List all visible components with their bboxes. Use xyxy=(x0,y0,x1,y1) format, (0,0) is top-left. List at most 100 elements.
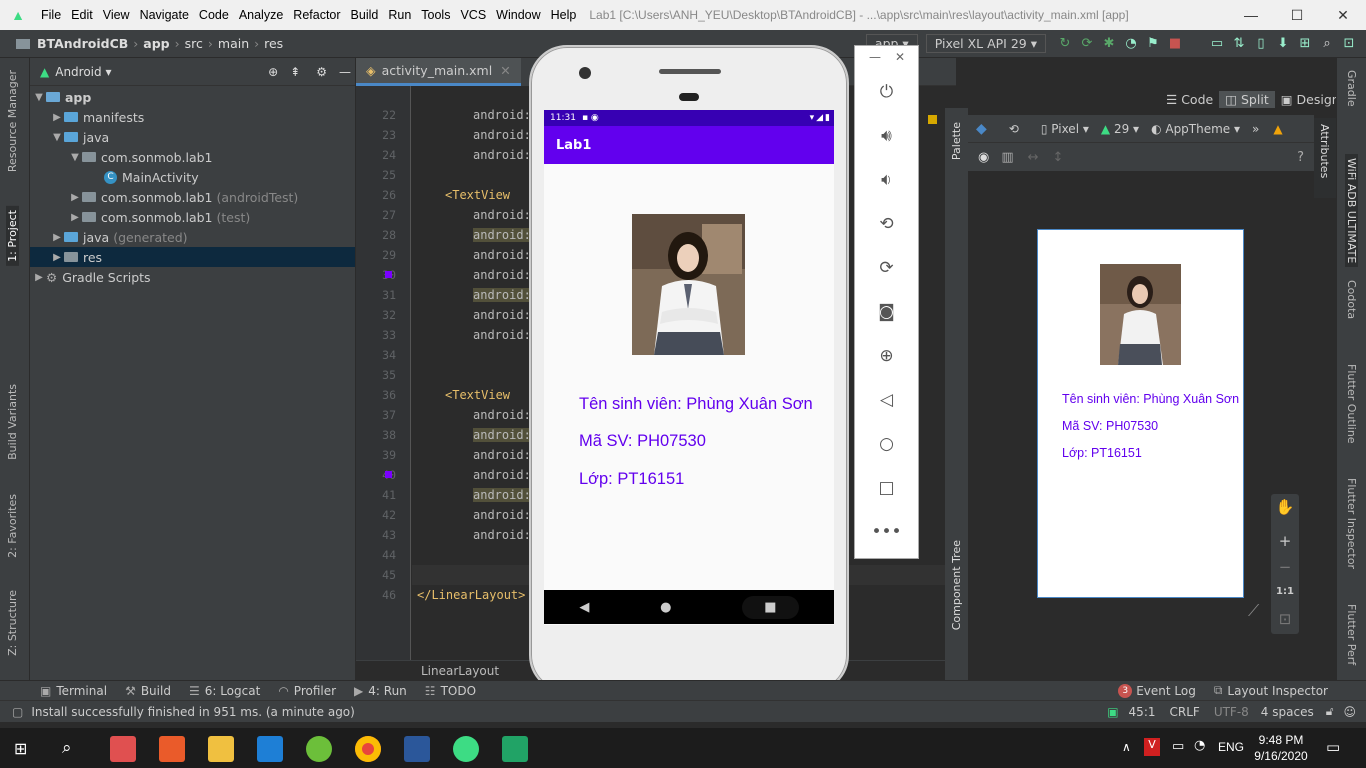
sync-gradle-icon[interactable]: ⇅ xyxy=(1228,36,1250,51)
emulator-screen[interactable]: 11:31 ▪ ◉ ▾ ◢ ▮ Lab1 Tên sinh viên: Phùn… xyxy=(544,110,834,625)
battery-tray-icon[interactable]: ▭ xyxy=(1172,739,1184,754)
close-tab-icon[interactable]: ✕ xyxy=(500,63,510,78)
device-dropdown[interactable]: Pixel XL API 29 ▾ xyxy=(925,34,1046,53)
close-emulator-icon[interactable]: ✕ xyxy=(895,50,905,64)
layers-icon[interactable]: ◆ xyxy=(976,121,987,137)
device-manager-icon[interactable]: ▭ xyxy=(1206,36,1228,51)
tree-item-package-test[interactable]: ▶ com.sonmob.lab1 (test) xyxy=(30,207,355,227)
event-log-tab[interactable]: 3 Event Log xyxy=(1118,683,1196,698)
tab-build-variants[interactable]: Build Variants xyxy=(6,384,19,460)
word-icon[interactable] xyxy=(404,736,430,762)
tree-item-manifests[interactable]: ▶ manifests xyxy=(30,107,355,127)
language-indicator[interactable]: ENG xyxy=(1218,740,1244,754)
menu-build[interactable]: Build xyxy=(346,8,384,22)
zoom-actual-size[interactable]: 1:1 xyxy=(1271,586,1299,597)
zoom-fit-icon[interactable]: ⊡ xyxy=(1271,610,1299,628)
home-icon[interactable]: ○ xyxy=(855,434,918,454)
vpn-icon[interactable]: V xyxy=(1144,738,1160,756)
pan-hand-icon[interactable]: ✋ xyxy=(1271,498,1299,516)
maximize-icon[interactable]: ☐ xyxy=(1274,7,1320,24)
layout-preview[interactable]: Tên sinh viên: Phùng Xuân Sơn Mã SV: PH0… xyxy=(1037,229,1244,598)
file-encoding[interactable]: UTF-8 xyxy=(1214,705,1249,719)
volume-up-icon[interactable]: 🔊︎ xyxy=(855,126,918,146)
status-message[interactable]: Install successfully finished in 951 ms.… xyxy=(31,705,354,719)
attach-debugger-icon[interactable]: ⚑ xyxy=(1142,36,1164,51)
layout-inspector-tab[interactable]: ⧉ Layout Inspector xyxy=(1214,683,1328,698)
menu-file[interactable]: File xyxy=(36,8,66,22)
tab-structure[interactable]: Z: Structure xyxy=(6,590,19,656)
search-icon[interactable]: ⌕ xyxy=(62,738,72,758)
tree-item-java-generated[interactable]: ▶ java (generated) xyxy=(30,227,355,247)
tab-favorites[interactable]: 2: Favorites xyxy=(6,494,19,558)
power-icon[interactable]: ⏻ xyxy=(855,82,918,102)
minimize-icon[interactable]: — xyxy=(1228,7,1274,23)
breadcrumb-main[interactable]: main xyxy=(215,36,252,51)
volume-down-icon[interactable]: 🔉︎ xyxy=(855,170,918,190)
tree-item-java[interactable]: ▼ java xyxy=(30,127,355,147)
tab-flutter-outline[interactable]: Flutter Outline xyxy=(1345,364,1358,444)
menu-edit[interactable]: Edit xyxy=(66,8,98,22)
status-toggle-icon[interactable]: ▢ xyxy=(12,705,23,719)
project-view-dropdown[interactable]: Android ▾ xyxy=(55,65,111,79)
minimize-emulator-icon[interactable]: — xyxy=(869,50,881,64)
layout-inspector-icon[interactable]: ⊞ xyxy=(1294,36,1316,51)
tree-item-res[interactable]: ▶ res xyxy=(30,247,355,267)
logcat-tab[interactable]: ☰ 6: Logcat xyxy=(189,684,260,698)
run-tab[interactable]: ▶ 4: Run xyxy=(354,684,407,698)
rerun-icon[interactable]: ↻ xyxy=(1054,36,1076,51)
api-selector[interactable]: ▲ 29 ▾ xyxy=(1101,122,1139,136)
clock[interactable]: 9:48 PM 9/16/2020 xyxy=(1250,728,1312,768)
nav-back-icon[interactable]: ◀ xyxy=(579,600,589,615)
menu-help[interactable]: Help xyxy=(546,8,582,22)
vertical-resize-icon[interactable]: ↕ xyxy=(1053,150,1064,165)
tree-item-app[interactable]: ▼ app xyxy=(30,87,355,107)
indent-setting[interactable]: 4 spaces xyxy=(1261,705,1314,719)
breadcrumb-app[interactable]: app xyxy=(140,36,172,51)
line-separator[interactable]: CRLF xyxy=(1170,705,1200,719)
resize-handle-icon[interactable]: ⟋ xyxy=(1248,601,1259,621)
zoom-icon[interactable]: ⊕ xyxy=(855,346,918,366)
nav-recents-icon[interactable]: ■ xyxy=(742,595,799,619)
code-view-button[interactable]: ☰ Code xyxy=(1160,92,1219,107)
tab-project[interactable]: 1: Project xyxy=(6,206,19,266)
show-hidden-icons[interactable]: ∧ xyxy=(1122,740,1131,754)
debug-icon[interactable]: ✱ xyxy=(1098,36,1120,51)
orientation-icon[interactable]: ⟲ xyxy=(1009,122,1019,136)
profiler-tab[interactable]: ◠ Profiler xyxy=(278,684,336,698)
avd-manager-icon[interactable]: ▯ xyxy=(1250,36,1272,51)
cursor-position[interactable]: 45:1 xyxy=(1129,705,1156,719)
locate-icon[interactable]: ⊕ xyxy=(268,65,278,79)
tab-activity-main-xml[interactable]: ◈ activity_main.xml ✕ xyxy=(356,57,521,86)
tab-attributes[interactable]: Attributes xyxy=(1318,124,1331,178)
menu-view[interactable]: View xyxy=(98,8,135,22)
menu-tools[interactable]: Tools xyxy=(416,8,455,22)
codecademy-icon[interactable] xyxy=(159,736,185,762)
split-view-button[interactable]: ◫ Split xyxy=(1219,90,1275,108)
stop-icon[interactable]: ■ xyxy=(1164,36,1186,51)
build-tab[interactable]: ⚒ Build xyxy=(125,684,171,698)
profile-icon[interactable]: ◔ xyxy=(1120,36,1142,51)
rotate-right-icon[interactable]: ⟳ xyxy=(855,258,918,278)
menu-window[interactable]: Window xyxy=(491,8,545,22)
collapse-icon[interactable]: ⇞ xyxy=(290,65,300,79)
menu-refactor[interactable]: Refactor xyxy=(288,8,345,22)
close-icon[interactable]: ✕ xyxy=(1320,7,1366,24)
tree-item-gradle-scripts[interactable]: ▶ ⚙ Gradle Scripts xyxy=(30,267,355,287)
tree-item-mainactivity[interactable]: C MainActivity xyxy=(30,167,355,187)
breadcrumb-project[interactable]: BTAndroidCB xyxy=(34,36,131,51)
zoom-out-icon[interactable]: − xyxy=(1271,558,1299,576)
terminal-tab[interactable]: ▣ Terminal xyxy=(40,684,107,698)
file-explorer-icon[interactable] xyxy=(208,736,234,762)
menu-navigate[interactable]: Navigate xyxy=(135,8,194,22)
nav-home-icon[interactable]: ● xyxy=(660,600,671,615)
lock-icon[interactable]: 🔓︎ xyxy=(1326,704,1334,719)
app-emulator-icon[interactable] xyxy=(502,736,528,762)
rotate-left-icon[interactable]: ⟲ xyxy=(855,214,918,234)
sdk-manager-icon[interactable]: ⬇ xyxy=(1272,36,1294,51)
menu-analyze[interactable]: Analyze xyxy=(234,8,288,22)
horizontal-resize-icon[interactable]: ↔ xyxy=(1028,150,1039,165)
network-icon[interactable]: ◔ xyxy=(1194,738,1205,753)
menu-code[interactable]: Code xyxy=(194,8,234,22)
breadcrumb-res[interactable]: res xyxy=(261,36,286,51)
tab-palette[interactable]: Palette xyxy=(950,122,963,160)
